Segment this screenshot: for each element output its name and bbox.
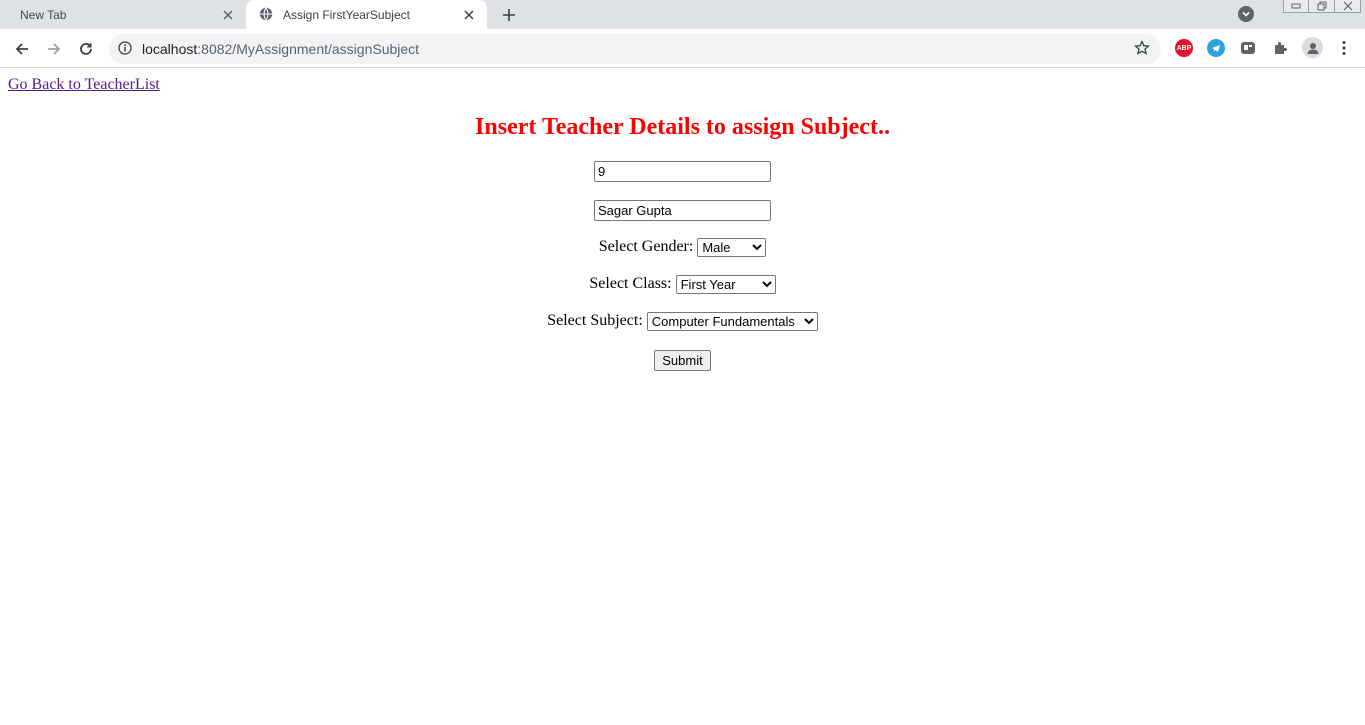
close-icon[interactable] [220,7,236,23]
forward-button[interactable] [42,37,66,61]
abp-icon[interactable]: ABP [1175,39,1193,57]
page-content: Go Back to TeacherList Insert Teacher De… [0,69,1365,725]
back-to-teacherlist-link[interactable]: Go Back to TeacherList [8,76,160,94]
new-tab-button[interactable] [499,5,519,25]
abp-label: ABP [1176,44,1192,52]
gender-select[interactable]: Male [697,238,767,257]
back-button[interactable] [10,37,34,61]
teacher-id-input[interactable] [594,161,771,182]
teacher-name-row [0,200,1365,221]
address-bar[interactable]: localhost:8082/MyAssignment/assignSubjec… [109,34,1161,64]
bookmark-star-icon[interactable] [1134,40,1152,58]
page-title: Insert Teacher Details to assign Subject… [475,114,890,140]
reload-icon [80,43,92,55]
submit-button[interactable]: Submit [654,350,711,371]
close-icon[interactable] [461,7,477,23]
url-text: localhost:8082/MyAssignment/assignSubjec… [142,41,1134,57]
class-select[interactable]: First Year [675,275,776,294]
chevron-down-icon [1242,11,1250,17]
tab-strip: New Tab Assign FirstYearSubject [0,0,1365,29]
url-host: localhost [142,41,198,57]
reload-button[interactable] [74,37,98,61]
class-label: Select Class: [589,275,672,293]
minimize-button[interactable] [1283,0,1309,13]
tab-search-button[interactable] [1238,6,1254,22]
arrow-right-icon [48,43,61,55]
subject-row: Select Subject: Computer Fundamentals [0,312,1365,331]
tab-title: Assign FirstYearSubject [283,7,410,22]
profile-icon[interactable] [1302,37,1323,58]
subject-select[interactable]: Computer Fundamentals [646,312,818,331]
teacher-name-input[interactable] [594,200,771,221]
minimize-icon [1291,3,1301,9]
gender-label: Select Gender: [598,238,694,256]
close-icon [1343,1,1352,11]
submit-row: Submit [0,350,1365,371]
close-window-button[interactable] [1335,0,1361,13]
restore-icon [1317,1,1326,11]
menu-kebab-icon[interactable] [1335,39,1353,57]
puzzle-icon[interactable] [1271,39,1289,57]
url-path: :8082/MyAssignment/assignSubject [197,41,420,57]
plus-icon [503,9,515,21]
subject-label: Select Subject: [547,312,643,330]
tab-assign-subject[interactable]: Assign FirstYearSubject [246,0,487,29]
class-row: Select Class: First Year [0,275,1365,294]
tab-new-tab[interactable]: New Tab [8,0,246,29]
arrow-left-icon [15,43,28,55]
tab-title: New Tab [20,7,67,22]
browser-toolbar: localhost:8082/MyAssignment/assignSubjec… [0,29,1365,68]
extension-app-icon[interactable] [1239,39,1257,57]
telegram-icon[interactable] [1207,39,1225,57]
gender-row: Select Gender: Male [0,238,1365,257]
window-controls [1283,0,1361,14]
globe-icon [259,7,275,23]
restore-button[interactable] [1309,0,1335,13]
info-icon[interactable] [118,41,134,57]
teacher-id-row [0,161,1365,182]
